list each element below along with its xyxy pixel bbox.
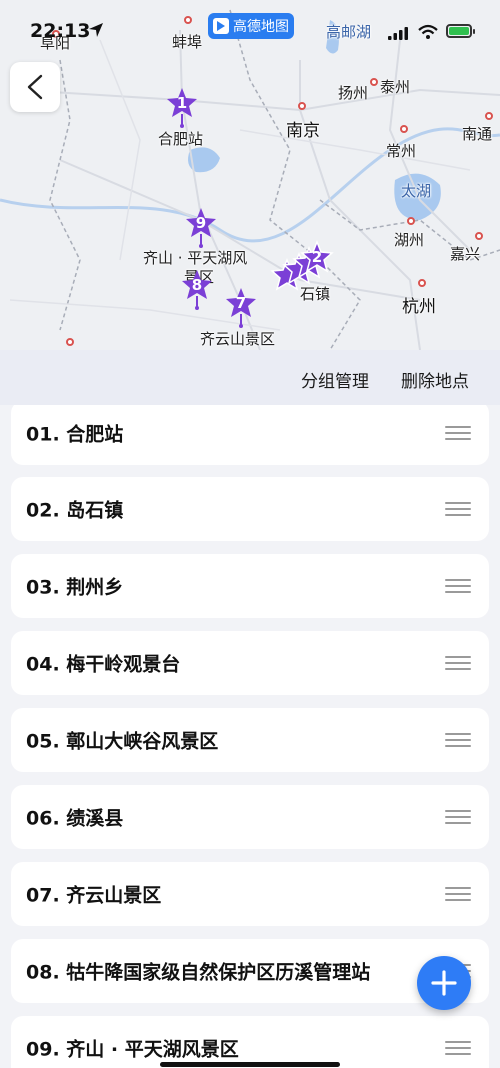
list-item[interactable]: 03. 荆州乡 [11, 554, 489, 618]
list-toolbar: 分组管理 删除地点 [0, 350, 500, 405]
map-label-hefei-station: 合肥站 [158, 130, 204, 148]
wifi-icon [418, 24, 438, 39]
map-label-taihu: 太湖 [401, 182, 432, 200]
drag-handle-icon[interactable] [445, 887, 471, 901]
place-label: 06. 绩溪县 [26, 807, 124, 830]
list-item[interactable]: 02. 岛石镇 [11, 477, 489, 541]
map-label-hangzhou: 杭州 [402, 297, 436, 317]
place-label: 03. 荆州乡 [26, 576, 124, 599]
map-label-nanjing: 南京 [286, 121, 320, 141]
map-marker-9[interactable]: 9 [184, 206, 218, 248]
place-label: 05. 鄣山大峡谷风景区 [26, 730, 219, 753]
place-label: 01. 合肥站 [26, 423, 124, 446]
signal-icon [388, 27, 408, 40]
city-dot [66, 338, 74, 346]
map-label-changzhou: 常州 [386, 142, 417, 160]
map-label-qishan: 齐山 · 平天湖风 [143, 249, 248, 267]
map-label-taizhou: 泰州 [380, 78, 411, 96]
add-place-button[interactable] [417, 956, 471, 1010]
map-marker-7[interactable]: 7 [224, 286, 258, 328]
city-dot [298, 102, 306, 110]
place-label: 02. 岛石镇 [26, 499, 124, 522]
status-time: 22:13 [30, 20, 91, 42]
place-label: 09. 齐山 · 平天湖风景区 [26, 1038, 239, 1061]
group-manage-button[interactable]: 分组管理 [301, 367, 369, 392]
map-label-jiaxing: 嘉兴 [450, 245, 481, 263]
map-marker-8[interactable]: 8 [180, 268, 214, 310]
map-view[interactable]: 阜阳 蚌埠 高邮湖 扬州 泰州 合肥站 南京 常州 南通 太湖 湖州 嘉兴 杭州… [0, 0, 500, 350]
place-label: 08. 牯牛降国家级自然保护区历溪管理站 [26, 961, 371, 984]
location-arrow-icon [89, 23, 103, 37]
map-marker-2[interactable]: 2 [300, 240, 334, 282]
city-dot [407, 217, 415, 225]
amap-return-pill[interactable]: 高德地图 [208, 13, 294, 39]
list-item[interactable]: 05. 鄣山大峡谷风景区 [11, 708, 489, 772]
city-dot [400, 125, 408, 133]
amap-pill-label: 高德地图 [233, 19, 289, 35]
map-label-nantong: 南通 [462, 125, 493, 143]
drag-handle-icon[interactable] [445, 502, 471, 516]
plus-icon [431, 970, 457, 996]
city-dot [370, 78, 378, 86]
city-dot [475, 232, 483, 240]
place-label: 07. 齐云山景区 [26, 884, 162, 907]
list-item[interactable]: 01. 合肥站 [11, 405, 489, 465]
drag-handle-icon[interactable] [445, 656, 471, 670]
drag-handle-icon[interactable] [445, 733, 471, 747]
amap-logo-icon [213, 18, 229, 34]
list-item[interactable]: 08. 牯牛降国家级自然保护区历溪管理站 [11, 939, 489, 1003]
delete-place-button[interactable]: 删除地点 [401, 367, 469, 392]
home-indicator [160, 1062, 340, 1067]
map-label-yangzhou: 扬州 [338, 84, 369, 102]
battery-icon [446, 24, 475, 38]
status-bar: 22:13 高德地图 [0, 0, 500, 60]
list-item[interactable]: 09. 齐山 · 平天湖风景区 [11, 1016, 489, 1068]
list-item[interactable]: 04. 梅干岭观景台 [11, 631, 489, 695]
place-label: 04. 梅干岭观景台 [26, 653, 181, 676]
city-dot [485, 112, 493, 120]
back-button[interactable] [10, 62, 60, 112]
list-item[interactable]: 07. 齐云山景区 [11, 862, 489, 926]
chevron-left-icon [27, 74, 43, 100]
city-dot [418, 279, 426, 287]
drag-handle-icon[interactable] [445, 579, 471, 593]
drag-handle-icon[interactable] [445, 426, 471, 440]
map-label-qiyunshan: 齐云山景区 [200, 330, 276, 348]
drag-handle-icon[interactable] [445, 1041, 471, 1055]
drag-handle-icon[interactable] [445, 810, 471, 824]
list-item[interactable]: 06. 绩溪县 [11, 785, 489, 849]
map-label-huzhou: 湖州 [394, 231, 425, 249]
map-marker-1[interactable]: 1 [165, 86, 199, 128]
